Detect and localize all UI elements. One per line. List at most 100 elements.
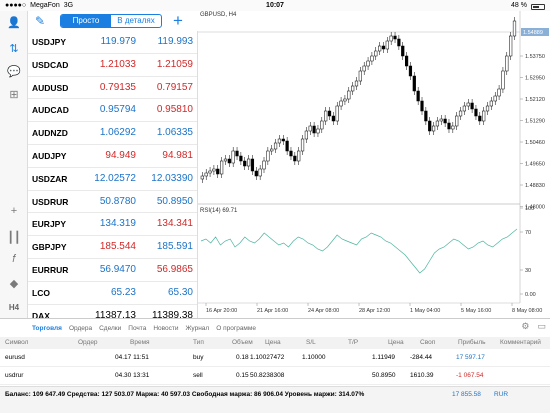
- quote-row[interactable]: USDCAD 1.21033 1.21059: [28, 54, 197, 77]
- candle-body: [339, 100, 343, 107]
- column-header[interactable]: Цена: [265, 339, 281, 346]
- tab-detailed[interactable]: В деталях: [111, 15, 161, 27]
- candle-body: [270, 148, 274, 152]
- add-symbol-icon[interactable]: +: [173, 12, 183, 29]
- quote-row[interactable]: GBPJPY 185.544 185.591: [28, 236, 197, 259]
- quote-bid: 134.319: [99, 218, 136, 230]
- column-header[interactable]: Тип: [193, 339, 204, 346]
- quote-row[interactable]: AUDUSD 0.79135 0.79157: [28, 77, 197, 100]
- column-header[interactable]: Объем: [232, 339, 253, 346]
- timeframe-button[interactable]: H4: [5, 299, 23, 315]
- quote-row[interactable]: USDJPY 119.979 119.993: [28, 31, 197, 54]
- candle-body: [358, 70, 362, 82]
- edit-icon[interactable]: ✎: [35, 14, 49, 28]
- rsi-label: RSI(14) 69.71: [200, 208, 238, 214]
- candles-icon[interactable]: ┃┃: [5, 229, 23, 245]
- price-tick-label: 1.52950: [525, 76, 545, 82]
- terminal-tab[interactable]: Торговля: [32, 325, 62, 332]
- candle-body: [455, 115, 459, 127]
- terminal-tab[interactable]: Почта: [128, 325, 146, 332]
- candle-body: [289, 150, 293, 157]
- chat-icon[interactable]: 💬: [5, 63, 23, 79]
- quote-row[interactable]: AUDCAD 0.95794 0.95810: [28, 99, 197, 123]
- terminal-tab[interactable]: Сделки: [99, 325, 121, 332]
- quote-symbol: USDJPY: [32, 37, 67, 47]
- quote-ask: 65.30: [167, 286, 193, 298]
- position-price: 1.10027472: [250, 354, 285, 361]
- column-header[interactable]: T/P: [348, 339, 358, 346]
- terminal-tab[interactable]: Журнал: [186, 325, 210, 332]
- candle-body: [343, 98, 347, 102]
- position-profit: 17 597.17: [456, 354, 485, 361]
- quote-symbol: USDZAR: [32, 173, 68, 184]
- quote-symbol: LCO: [32, 287, 50, 298]
- column-header[interactable]: Своп: [420, 339, 435, 346]
- candle-body: [212, 168, 216, 172]
- price-tick-label: 1.50460: [525, 140, 545, 146]
- candle-body: [416, 90, 420, 102]
- new-order-icon[interactable]: ⊞: [5, 86, 23, 102]
- column-header[interactable]: Символ: [5, 339, 28, 346]
- quote-row[interactable]: USDRUR 50.8780 50.8950: [28, 191, 197, 214]
- column-header[interactable]: Время: [130, 339, 150, 346]
- candle-body: [327, 110, 332, 117]
- candle-body: [509, 35, 513, 57]
- position-row[interactable]: usdrur 04.30 13:31 sell 0.15 50.8238308 50.89…: [0, 367, 550, 385]
- candle-body: [370, 55, 374, 62]
- position-row[interactable]: eurusd 04.17 11:51 buy 0.18 1.10027472 1.1000…: [0, 349, 550, 367]
- price-chart[interactable]: 1.53750 1.52950 1.52120 1.51290 1.50460 1.496…: [198, 11, 550, 318]
- objects-icon[interactable]: ◆: [5, 275, 23, 291]
- indicators-icon[interactable]: 𝑓: [5, 251, 23, 267]
- candle-body: [273, 142, 278, 150]
- column-header[interactable]: S/L: [306, 339, 316, 346]
- candle-body: [458, 110, 463, 117]
- crosshair-icon[interactable]: +: [5, 203, 23, 219]
- column-header[interactable]: Комментарий: [500, 339, 541, 346]
- candle-body: [335, 105, 339, 122]
- quote-row[interactable]: EURRUR 56.9470 56.9865: [28, 259, 197, 282]
- quote-bid: 1.21033: [99, 58, 136, 70]
- candle-body: [443, 118, 447, 124]
- quote-ask: 1.21059: [156, 58, 193, 70]
- column-header[interactable]: Цена: [388, 339, 404, 346]
- trade-icon[interactable]: ⇅: [5, 40, 23, 56]
- candle-body: [420, 100, 424, 112]
- balance-summary: Баланс: 109 647.49 Средства: 127 503.07 …: [5, 391, 365, 398]
- candle-body: [243, 160, 247, 167]
- candle-body: [435, 120, 440, 127]
- position-symbol: eurusd: [5, 354, 25, 361]
- quote-row[interactable]: AUDJPY 94.949 94.981: [28, 145, 197, 168]
- terminal-tab[interactable]: О программе: [216, 325, 256, 332]
- quote-row[interactable]: LCO 65.23 65.30: [28, 282, 197, 305]
- quote-row[interactable]: AUDNZD 1.06292 1.06335: [28, 122, 197, 145]
- candle-body: [401, 45, 405, 57]
- quote-symbol: AUDCAD: [32, 105, 69, 116]
- quote-symbol: EURJPY: [32, 219, 67, 230]
- quote-row[interactable]: EURJPY 134.319 134.341: [28, 213, 197, 237]
- column-header[interactable]: Прибыль: [458, 339, 486, 346]
- candle-body: [227, 158, 231, 164]
- position-cur-price: 50.8950: [372, 372, 396, 379]
- tab-simple[interactable]: Просто: [61, 15, 111, 27]
- quote-bid: 50.8780: [99, 195, 136, 207]
- candle-body: [281, 138, 285, 142]
- quote-row[interactable]: USDZAR 12.02572 12.03390: [28, 168, 197, 191]
- time-tick-label: 24 Apr 08:00: [308, 308, 339, 314]
- position-price: 50.8238308: [250, 372, 285, 379]
- quote-ask: 119.993: [157, 36, 193, 47]
- quote-ask: 50.8950: [156, 195, 193, 207]
- candle-body: [362, 65, 366, 72]
- position-sl: 1.10000: [302, 354, 326, 361]
- candle-body: [404, 55, 409, 67]
- candle-body: [304, 130, 308, 140]
- quote-ask: 185.591: [156, 241, 193, 253]
- terminal-settings-icon[interactable]: ⚙: [521, 321, 529, 332]
- quote-row[interactable]: DAX 11387.13 11389.38: [28, 305, 197, 318]
- terminal-tab[interactable]: Новости: [153, 325, 178, 332]
- candle-body: [250, 158, 255, 172]
- terminal-tab[interactable]: Ордера: [69, 325, 92, 332]
- account-icon[interactable]: 👤: [5, 14, 23, 30]
- left-toolbar: 👤 ⇅ 💬 ⊞ + ┃┃ 𝑓 ◆ H4: [0, 11, 28, 318]
- terminal-layout-icon[interactable]: ▭: [537, 321, 546, 332]
- column-header[interactable]: Ордер: [78, 339, 98, 346]
